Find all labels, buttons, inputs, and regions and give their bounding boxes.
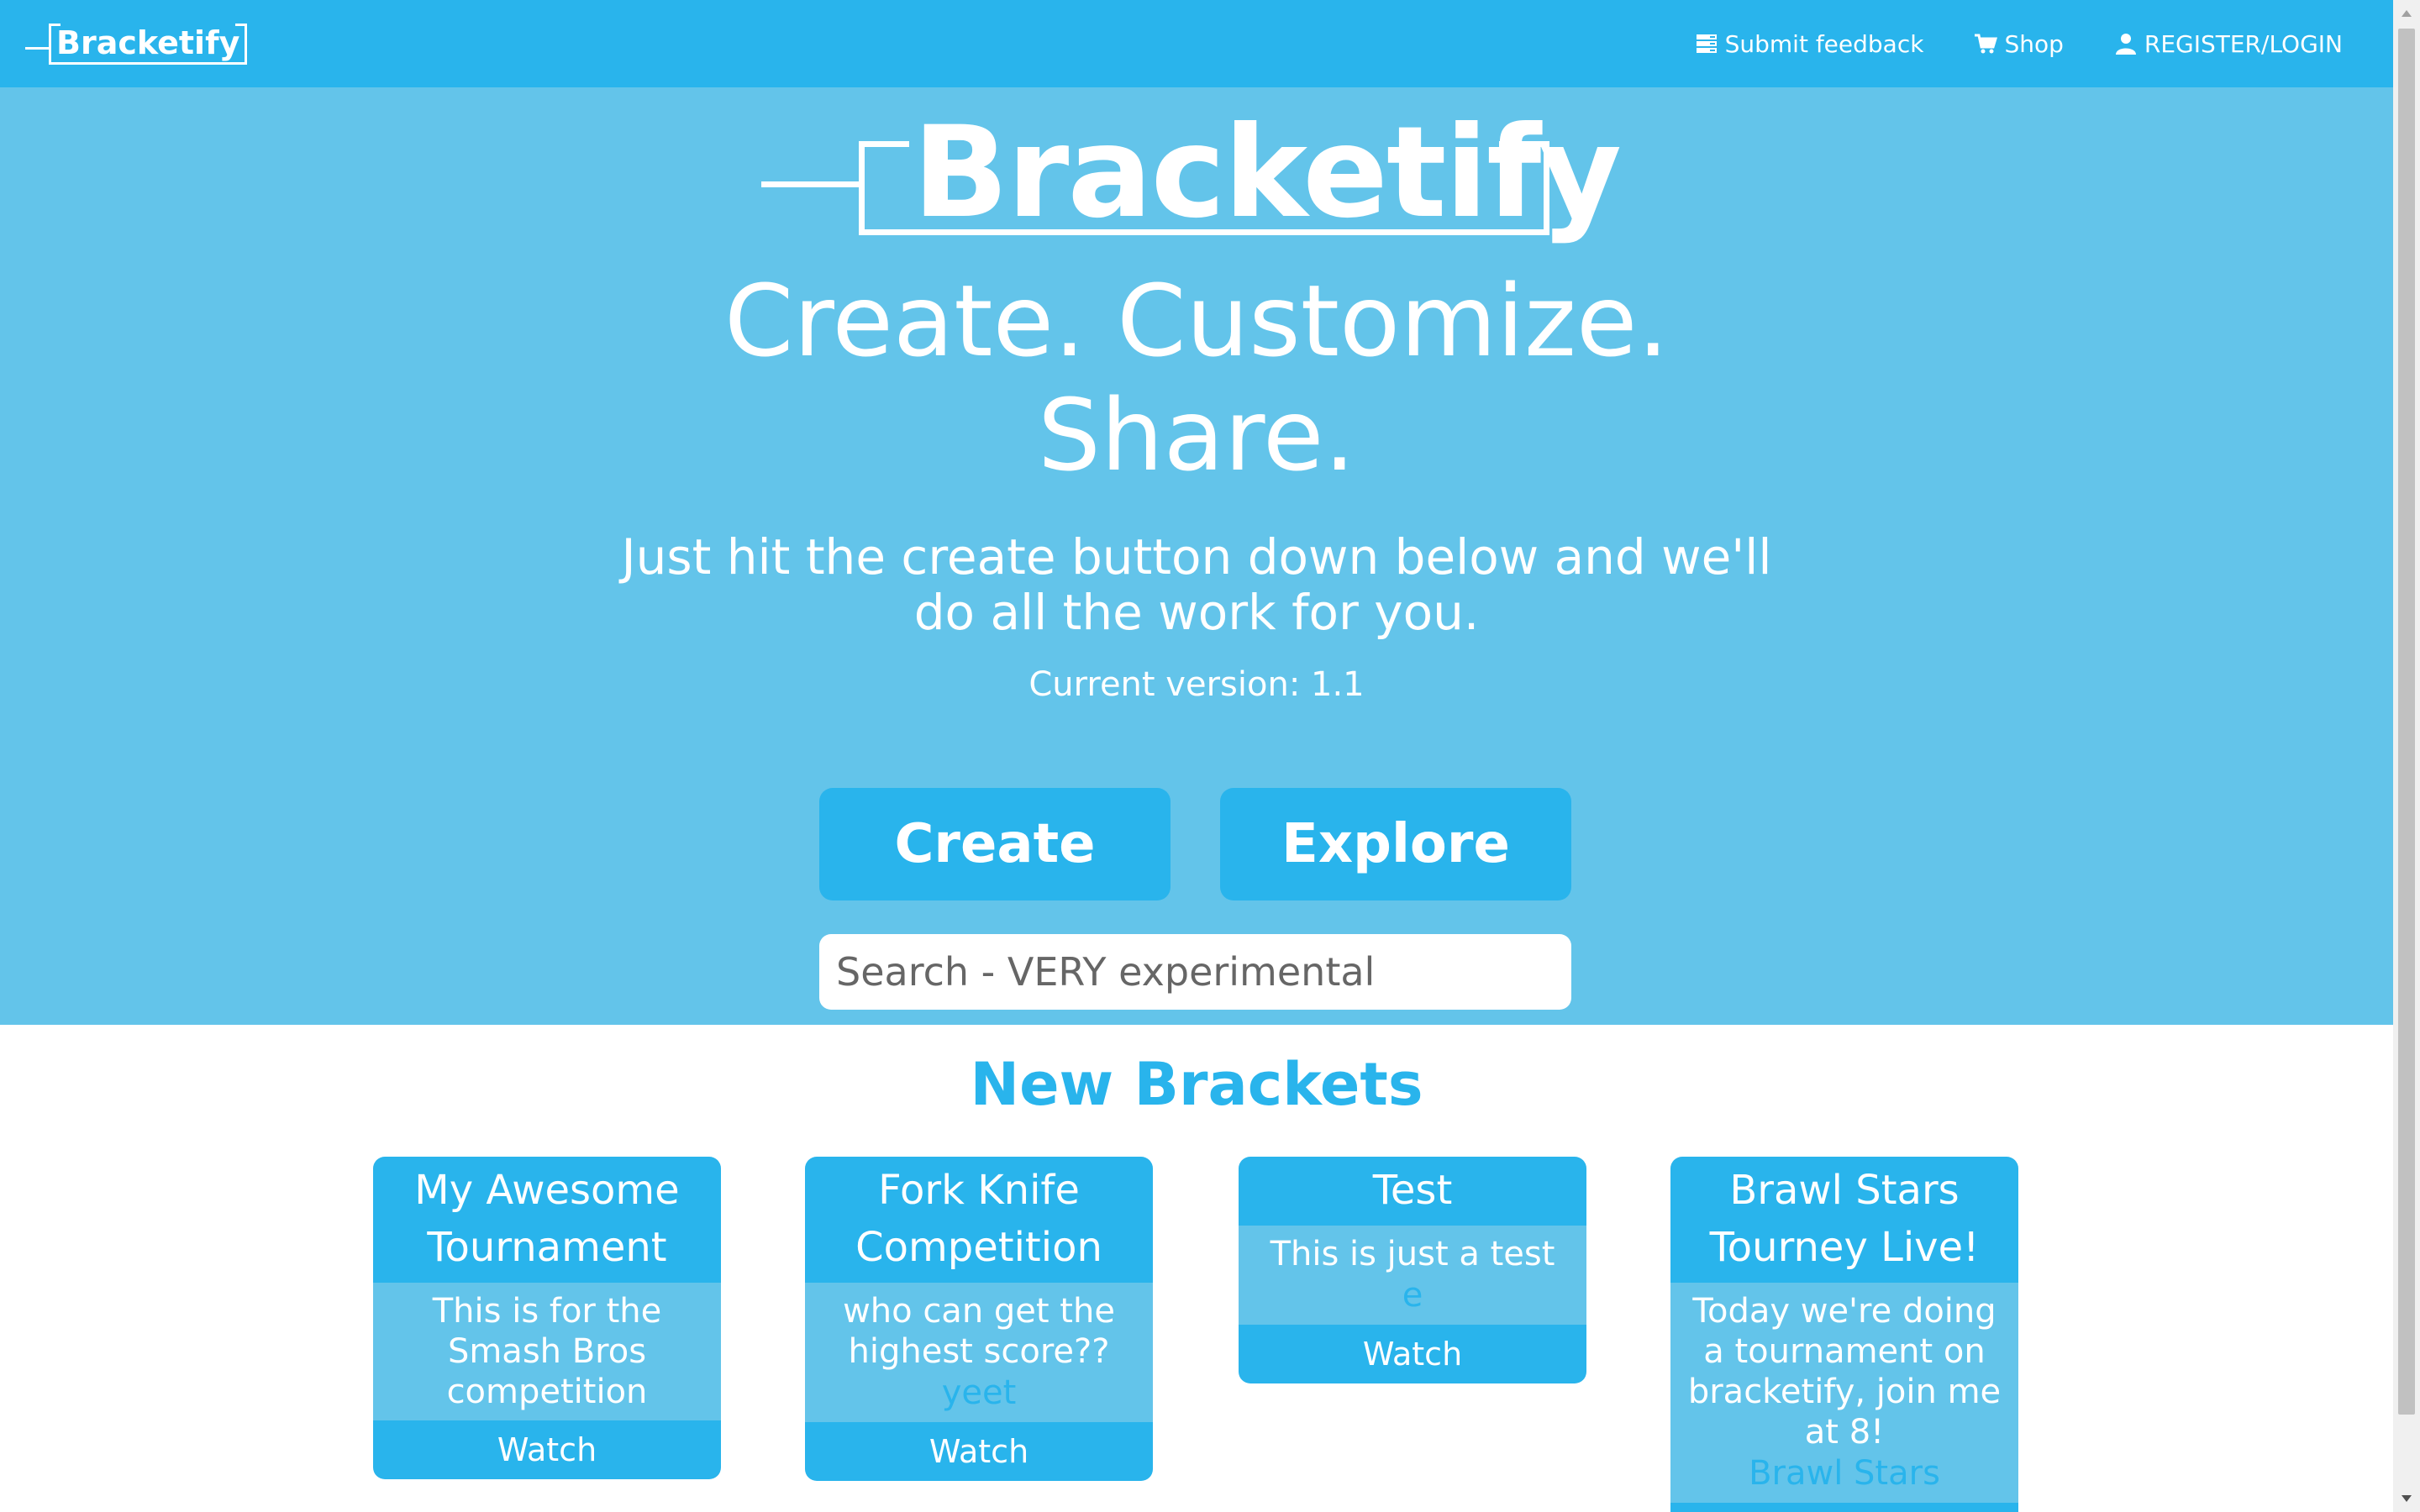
register-login-link[interactable]: REGISTER/LOGIN — [2114, 30, 2343, 58]
nav-logo-text: Bracketify — [49, 23, 248, 65]
submit-feedback-label: Submit feedback — [1724, 29, 1924, 58]
feedback-icon — [1696, 34, 1717, 53]
bracket-card: My Awesome Tournament This is for the Sm… — [373, 1157, 721, 1479]
create-button[interactable]: Create — [819, 788, 1171, 900]
bracket-card-description: Today we're doing a tournament on bracke… — [1670, 1283, 2018, 1503]
headline-line-2: Share. — [1037, 377, 1356, 493]
explore-button[interactable]: Explore — [1220, 788, 1571, 900]
bracket-card-description-text: Today we're doing a tournament on bracke… — [1687, 1292, 2002, 1452]
bracket-card: Test This is just a test e Watch — [1239, 1157, 1586, 1383]
bracket-card-tag[interactable]: Brawl Stars — [1684, 1452, 2005, 1494]
scrollbar-thumb[interactable] — [2398, 29, 2415, 1415]
bracket-card-description: who can get the highest score?? yeet — [805, 1283, 1153, 1422]
cart-icon — [1975, 34, 1998, 54]
bracket-card-title: Fork Knife Competition — [855, 1167, 1102, 1271]
hero-logo-text: Bracketify — [913, 100, 1622, 246]
page-scrollbar[interactable] — [2393, 0, 2420, 1512]
bracket-card-title: My Awesome Tournament — [414, 1167, 680, 1271]
bracket-card-tag[interactable]: e — [1252, 1274, 1573, 1316]
scroll-down-arrow-icon[interactable] — [2393, 1485, 2420, 1512]
search-input[interactable] — [819, 934, 1571, 1010]
bracket-card: Fork Knife Competition who can get the h… — [805, 1157, 1153, 1481]
bracket-card-tag[interactable]: yeet — [818, 1372, 1139, 1414]
headline-line-1: Create. Customize. — [724, 263, 1669, 379]
watch-button[interactable]: Watch — [373, 1420, 721, 1479]
navbar: Bracketify Submit feedback Shop REGISTER… — [0, 0, 2393, 87]
watch-button[interactable]: Watch — [805, 1422, 1153, 1481]
bracket-card-description: This is just a test e — [1239, 1226, 1586, 1325]
bracket-card: Brawl Stars Tourney Live! Today we're do… — [1670, 1157, 2018, 1512]
scroll-up-arrow-icon[interactable] — [2393, 0, 2420, 27]
nav-logo[interactable]: Bracketify — [25, 23, 248, 65]
bracket-card-title: Brawl Stars Tourney Live! — [1709, 1167, 1980, 1271]
user-icon — [2115, 34, 2136, 55]
nav-links: Submit feedback Shop REGISTER/LOGIN — [1695, 30, 2343, 58]
shop-link[interactable]: Shop — [1974, 29, 2064, 58]
logo-dash — [25, 46, 49, 50]
bracket-card-description-text: This is for the Smash Bros competition — [432, 1292, 662, 1411]
bracket-card-description-text: who can get the highest score?? — [843, 1292, 1115, 1371]
bracket-card-description-text: This is just a test — [1270, 1235, 1555, 1273]
hero-headline: Create. Customize. Share. — [0, 264, 2393, 492]
hero-logo: Bracketify — [761, 102, 1630, 244]
bracket-card-title: Test — [1372, 1167, 1453, 1214]
register-login-label: REGISTER/LOGIN — [2144, 29, 2343, 58]
page: Bracketify Submit feedback Shop REGISTER… — [0, 0, 2420, 1512]
version-text: Current version: 1.1 — [1028, 665, 1365, 704]
shop-label: Shop — [2004, 29, 2064, 58]
hero-subtitle: Just hit the create button down below an… — [621, 528, 1772, 641]
hero-section: Bracketify Create. Customize. Share. Jus… — [0, 87, 2393, 1025]
bracket-card-description: This is for the Smash Bros competition — [373, 1283, 721, 1420]
new-brackets-heading: New Brackets — [970, 1050, 1423, 1119]
watch-button[interactable]: Watch — [1239, 1325, 1586, 1383]
submit-feedback-link[interactable]: Submit feedback — [1695, 29, 1924, 58]
hero-logo-dash — [761, 181, 860, 187]
